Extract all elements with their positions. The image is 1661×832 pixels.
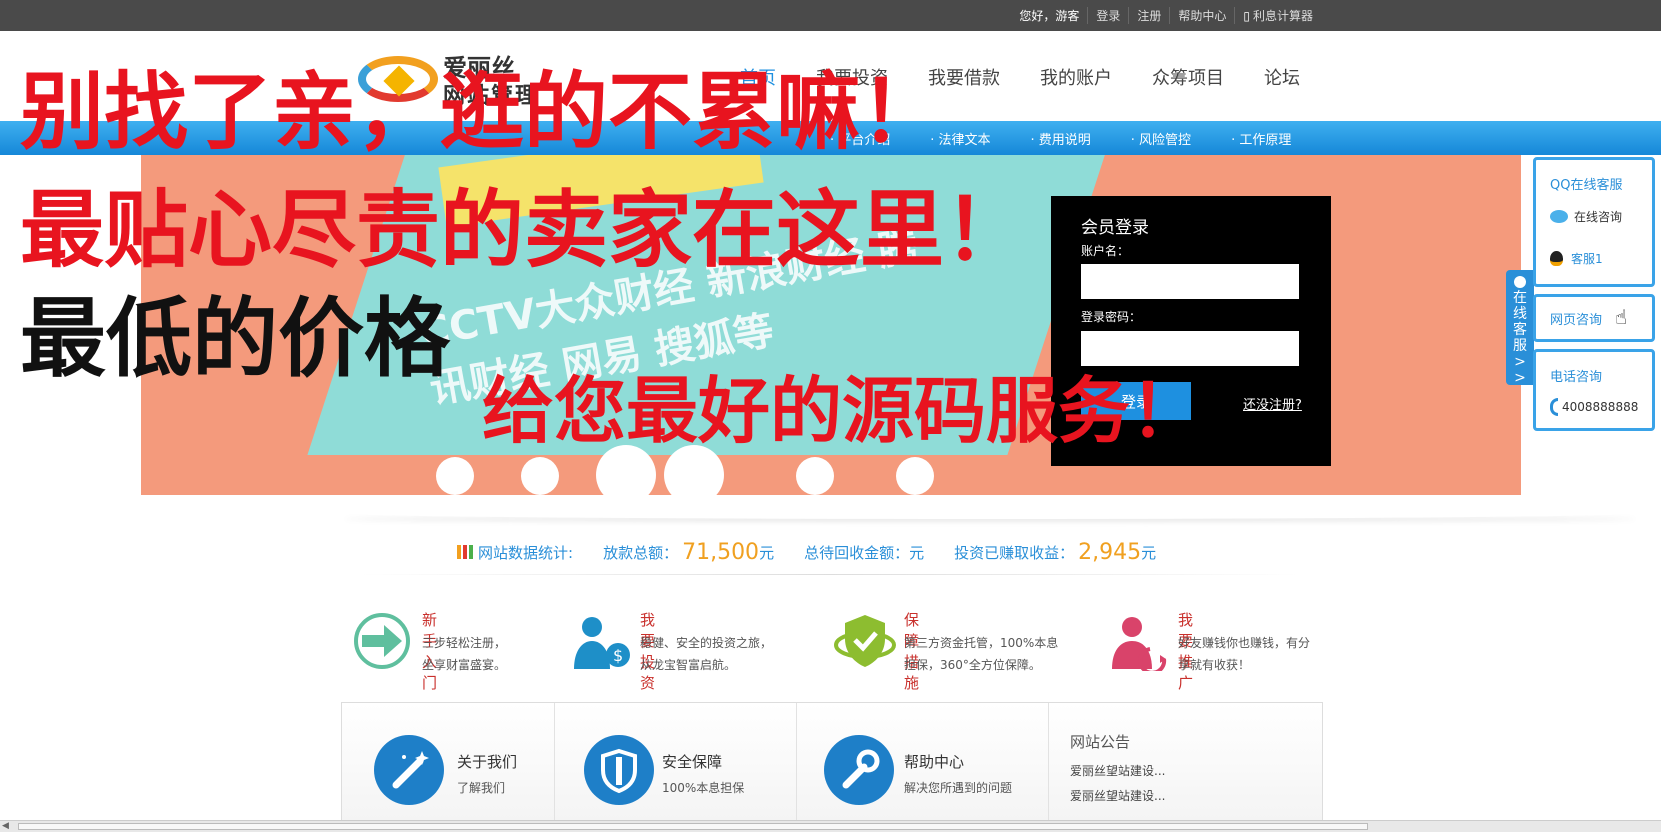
stats-title: 网站数据统计: bbox=[478, 543, 574, 562]
overlay-text-4: 给您最好的源码服务！ bbox=[482, 369, 1203, 453]
feature-desc: 好友赚钱你也赚钱，有分 享就有收获！ bbox=[1178, 636, 1311, 672]
interest-calculator-link[interactable]: ▯ 利息计算器 bbox=[1234, 7, 1321, 24]
account-label: 账户名： bbox=[1081, 244, 1130, 258]
security-sub: 100%本息担保 bbox=[662, 781, 745, 795]
phone-number[interactable]: 4008888888 bbox=[1550, 398, 1638, 416]
subnav-how-it-works[interactable]: · 工作原理 bbox=[1231, 129, 1291, 148]
help-center-block[interactable]: 帮助中心 解决您所遇到的问题 bbox=[796, 703, 1049, 823]
about-us-block[interactable]: 关于我们 了解我们 bbox=[342, 703, 555, 823]
overlay-text-3: 最低的价格 bbox=[20, 289, 450, 389]
customer-service-panel: QQ在线客服 在线咨询 客服1 网页咨询 ☝ 电话咨询 4008888888 bbox=[1533, 157, 1661, 437]
security-block[interactable]: 安全保障 100%本息担保 bbox=[554, 703, 797, 823]
top-links: 您好，游客 登录 注册 帮助中心 ▯ 利息计算器 bbox=[1011, 0, 1321, 31]
section-divider bbox=[340, 507, 1640, 519]
web-consult-label: 网页咨询 bbox=[1550, 313, 1603, 328]
feature-desc: 稳健、安全的投资之旅， 从龙宝智富启航。 bbox=[640, 636, 773, 672]
earned-label: 投资已赚取收益： bbox=[954, 543, 1075, 562]
about-title: 关于我们 bbox=[457, 753, 518, 771]
register-link[interactable]: 注册 bbox=[1128, 7, 1169, 24]
top-bar: 您好，游客 登录 注册 帮助中心 ▯ 利息计算器 bbox=[0, 0, 1661, 31]
password-input[interactable] bbox=[1081, 331, 1299, 366]
greeting-text: 您好，游客 bbox=[1019, 9, 1080, 23]
earned-unit: 元 bbox=[1141, 543, 1157, 562]
service-tab-label: 在线客服>> bbox=[1513, 290, 1527, 386]
security-title: 安全保障 bbox=[662, 753, 723, 771]
about-sub: 了解我们 bbox=[457, 781, 506, 795]
loan-total-label: 放款总额： bbox=[603, 543, 679, 562]
user-share-icon bbox=[1112, 617, 1167, 671]
online-service-tab[interactable]: 在线客服>> bbox=[1506, 270, 1534, 386]
loan-total-value: 71,500 bbox=[682, 539, 760, 565]
qq-penguin-icon bbox=[1550, 251, 1563, 266]
calculator-icon: ▯ bbox=[1243, 9, 1250, 23]
wrench-icon bbox=[824, 735, 894, 805]
help-title: 帮助中心 bbox=[904, 753, 965, 771]
svg-text:$: $ bbox=[613, 646, 623, 665]
notice-item[interactable]: 爱丽丝望站建设... bbox=[1070, 762, 1165, 779]
online-consult-link[interactable]: 在线咨询 bbox=[1550, 208, 1622, 225]
person-icon bbox=[1514, 276, 1526, 288]
earned-value: 2,945 bbox=[1078, 539, 1142, 565]
help-center-link[interactable]: 帮助中心 bbox=[1169, 7, 1234, 24]
login-title: 会员登录 bbox=[1081, 218, 1149, 238]
phone-icon bbox=[1550, 398, 1558, 416]
kefu-link[interactable]: 客服1 bbox=[1550, 250, 1603, 267]
nav-crowdfunding[interactable]: 众筹项目 bbox=[1152, 64, 1224, 90]
phone-consult-box: 电话咨询 4008888888 bbox=[1533, 349, 1655, 431]
horizontal-scrollbar[interactable]: ◀ bbox=[0, 820, 1661, 832]
investor-moneybag-icon: $ bbox=[574, 617, 630, 669]
banner-dot-2[interactable] bbox=[521, 457, 559, 495]
web-consult-box[interactable]: 网页咨询 bbox=[1533, 294, 1655, 342]
qq-service-title: QQ在线客服 bbox=[1550, 178, 1623, 193]
scrollbar-thumb[interactable] bbox=[18, 823, 1368, 830]
info-panel: 关于我们 了解我们 安全保障 100%本息担保 帮助中心 解决您所遇到的问题 网… bbox=[341, 702, 1323, 824]
site-stats: 网站数据统计: 放款总额： 71,500 元 总待回收金额：元 投资已赚取收益：… bbox=[457, 537, 1156, 567]
overlay-text-2: 最贴心尽责的卖家在这里！ bbox=[20, 181, 1029, 279]
chat-bubble-icon bbox=[1550, 210, 1568, 223]
scroll-left-icon[interactable]: ◀ bbox=[2, 821, 9, 831]
banner-dot-6[interactable] bbox=[896, 457, 934, 495]
phone-consult-title: 电话咨询 bbox=[1550, 370, 1603, 385]
notice-title: 网站公告 bbox=[1070, 733, 1131, 751]
banner-dot-5[interactable] bbox=[796, 457, 834, 495]
loan-total-unit: 元 bbox=[759, 543, 775, 562]
help-sub: 解决您所遇到的问题 bbox=[904, 781, 1013, 795]
bar-chart-icon bbox=[457, 545, 473, 559]
nav-forum[interactable]: 论坛 bbox=[1264, 64, 1300, 90]
notice-item[interactable]: 爱丽丝望站建设... bbox=[1070, 787, 1165, 804]
login-link[interactable]: 登录 bbox=[1087, 7, 1128, 24]
register-link-panel[interactable]: 还没注册? bbox=[1243, 394, 1302, 413]
stats-divider bbox=[360, 574, 1300, 575]
banner-dot-1[interactable] bbox=[436, 457, 474, 495]
magic-wand-icon bbox=[374, 735, 444, 805]
password-label: 登录密码： bbox=[1081, 310, 1142, 324]
shield-check-icon bbox=[834, 615, 896, 667]
qq-service-box: QQ在线客服 在线咨询 客服1 bbox=[1533, 157, 1655, 287]
arrow-circle-icon bbox=[354, 613, 410, 669]
pending-total-label: 总待回收金额：元 bbox=[804, 543, 925, 562]
feature-desc: 第三方资金托管，100%本息 担保，360°全方位保障。 bbox=[904, 636, 1059, 672]
subnav-fees[interactable]: · 费用说明 bbox=[1031, 129, 1091, 148]
site-notice: 网站公告 爱丽丝望站建设... 爱丽丝望站建设... bbox=[1070, 731, 1165, 812]
nav-account[interactable]: 我的账户 bbox=[1040, 64, 1112, 90]
account-input[interactable] bbox=[1081, 264, 1299, 299]
hand-cursor-icon: ☝ bbox=[1615, 305, 1628, 329]
shield-icon bbox=[584, 735, 654, 805]
overlay-text-1: 别找了亲，逛的不累嘛！ bbox=[20, 63, 945, 161]
banner-pagination bbox=[436, 445, 1036, 495]
subnav-risk[interactable]: · 风险管控 bbox=[1131, 129, 1191, 148]
